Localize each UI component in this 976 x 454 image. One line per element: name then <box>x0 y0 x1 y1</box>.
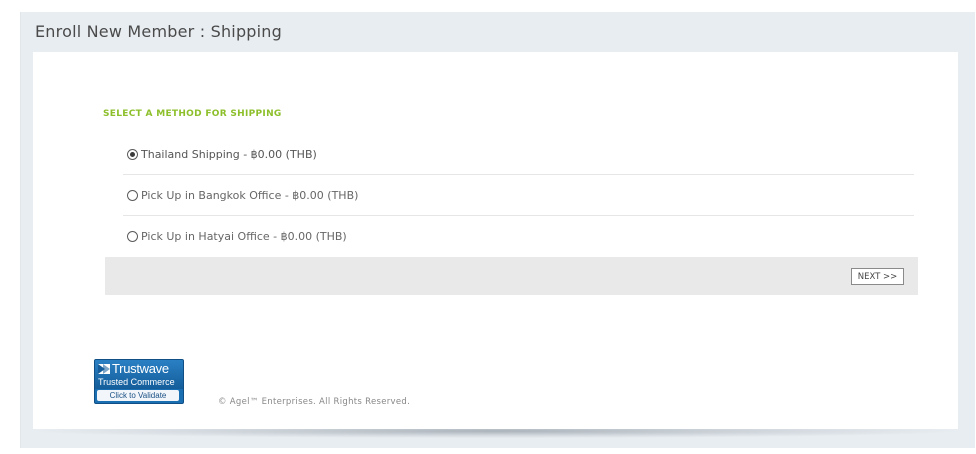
page-container: Enroll New Member : Shipping SELECT A ME… <box>20 12 975 448</box>
action-bar: NEXT >> <box>105 257 918 295</box>
badge-header: Trustwave Trusted Commerce <box>95 360 183 389</box>
option-label: Pick Up in Bangkok Office - ฿0.00 (THB) <box>141 188 359 202</box>
page-title: Enroll New Member : Shipping <box>35 22 282 41</box>
shipping-option-bangkok[interactable]: Pick Up in Bangkok Office - ฿0.00 (THB) <box>123 175 914 216</box>
shipping-card: SELECT A METHOD FOR SHIPPING Thailand Sh… <box>33 52 958 429</box>
footer-copyright: © Agel™ Enterprises. All Rights Reserved… <box>218 397 411 407</box>
section-heading: SELECT A METHOD FOR SHIPPING <box>103 109 282 119</box>
radio-bangkok-pickup[interactable] <box>127 189 138 201</box>
shipping-option-hatyai[interactable]: Pick Up in Hatyai Office - ฿0.00 (THB) <box>123 216 914 256</box>
next-button[interactable]: NEXT >> <box>851 268 904 285</box>
option-label: Pick Up in Hatyai Office - ฿0.00 (THB) <box>141 229 347 243</box>
option-label: Thailand Shipping - ฿0.00 (THB) <box>141 147 317 161</box>
radio-thailand-shipping[interactable] <box>127 148 138 160</box>
trustwave-logo-icon <box>98 364 110 374</box>
shipping-option-thailand[interactable]: Thailand Shipping - ฿0.00 (THB) <box>123 134 914 175</box>
radio-hatyai-pickup[interactable] <box>127 230 138 242</box>
badge-name: Trustwave <box>112 361 169 376</box>
trustwave-badge[interactable]: Trustwave Trusted Commerce Click to Vali… <box>94 359 184 404</box>
validate-link[interactable]: Click to Validate <box>97 390 179 401</box>
badge-subtitle: Trusted Commerce <box>98 377 175 387</box>
